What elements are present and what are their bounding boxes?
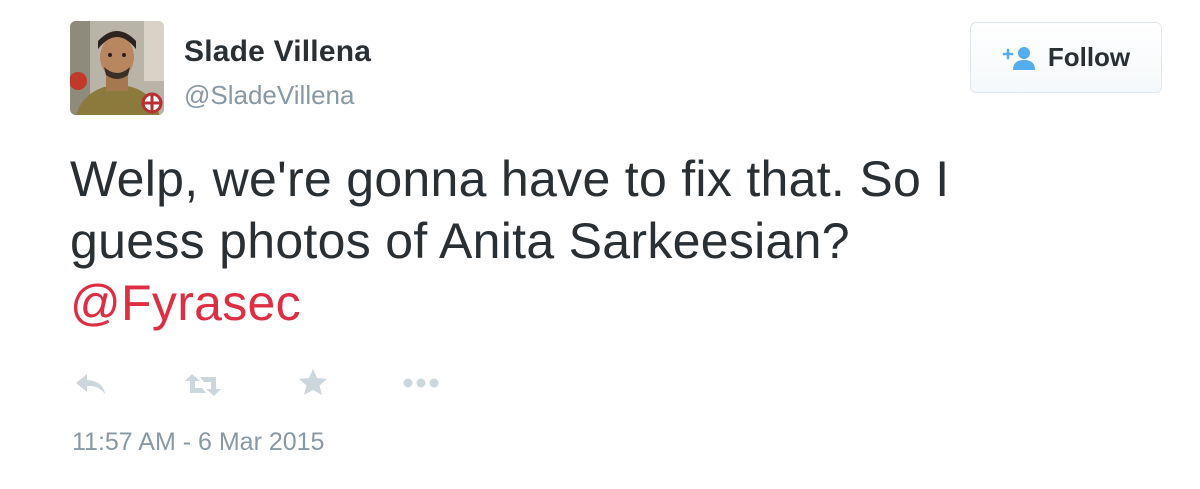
follow-button-label: Follow (1047, 42, 1131, 72)
tweet-text-line-2: guess photos of Anita Sarkeesian? (70, 213, 850, 269)
tweet-card: Slade Villena @SladeVillena Follow Welp,… (0, 0, 1200, 489)
avatar[interactable] (70, 21, 164, 115)
tweet-text-line-1: Welp, we're gonna have to fix that. So I (70, 151, 950, 207)
star-icon[interactable] (298, 368, 328, 396)
mention-link[interactable]: @Fyrasec (70, 275, 301, 331)
user-display-name[interactable]: Slade Villena (184, 35, 371, 69)
add-user-icon (1002, 46, 1035, 70)
tweet-timestamp[interactable]: 11:57 AM - 6 Mar 2015 (72, 428, 324, 457)
retweet-icon[interactable] (184, 372, 222, 398)
user-handle[interactable]: @SladeVillena (184, 80, 354, 111)
user-photo-avatar (70, 21, 164, 115)
reply-icon[interactable] (74, 372, 108, 398)
tweet-text: Welp, we're gonna have to fix that. So I… (70, 148, 1150, 334)
follow-button[interactable]: Follow (970, 22, 1162, 93)
more-dots-icon[interactable] (402, 376, 440, 390)
